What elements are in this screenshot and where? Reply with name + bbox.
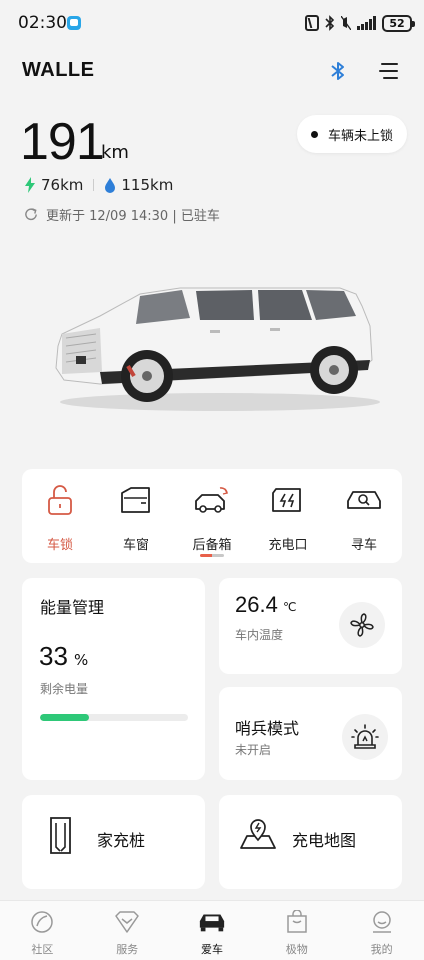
nav-shop-label: 极物 (285, 943, 308, 956)
energy-title: 能量管理 (40, 598, 105, 617)
car-icon (198, 909, 226, 935)
charging-pile-icon (50, 817, 71, 854)
active-indicator (200, 554, 224, 557)
cabin-temperature-value: 26.4 (235, 592, 278, 617)
battery-percent-unit: % (74, 651, 89, 669)
nav-community[interactable]: 社区 (0, 901, 85, 960)
cabin-temperature-unit: ℃ (283, 600, 297, 614)
control-charge-port-label: 充电口 (268, 538, 308, 553)
sentry-mode-title: 哨兵模式 (235, 719, 300, 738)
battery-percent-value: 33 (39, 641, 68, 671)
community-icon (28, 909, 56, 935)
bottom-nav: 社区 服务 爱车 极物 我的 (0, 900, 424, 960)
refresh-icon (25, 208, 37, 221)
nav-my-car-label: 爱车 (200, 943, 223, 956)
notification-app-icon (67, 16, 81, 30)
vehicle-image (55, 287, 380, 411)
brand-title: WALLE (22, 59, 95, 81)
window-icon (118, 483, 154, 517)
charge-map-icon (240, 819, 276, 849)
update-text: 更新于 12/09 14:30 | 已驻车 (46, 209, 220, 224)
divider (93, 179, 95, 191)
quick-controls: 车锁 车窗 后备箱 充电口 寻车 (22, 469, 402, 563)
control-find-car-label: 寻车 (350, 538, 377, 553)
nav-community-label: 社区 (31, 943, 54, 956)
control-lock[interactable]: 车锁 (22, 469, 98, 563)
mute-icon (341, 16, 351, 30)
control-window-label: 车窗 (122, 538, 149, 553)
nav-my-car[interactable]: 爱车 (170, 901, 255, 960)
profile-icon (368, 909, 396, 935)
lock-status-text: 车辆未上锁 (328, 128, 394, 144)
unlock-icon (42, 483, 78, 517)
update-status[interactable]: 更新于 12/09 14:30 | 已驻车 (24, 205, 220, 224)
status-indicators: 52 (305, 14, 415, 32)
signal-icon (357, 16, 376, 30)
fan-icon (350, 613, 374, 637)
trunk-icon (194, 483, 230, 517)
nav-profile[interactable]: 我的 (339, 901, 424, 960)
sentry-mode-button[interactable] (342, 714, 388, 760)
battery-indicator: 52 (382, 14, 415, 32)
climate-fan-button[interactable] (339, 602, 385, 648)
nav-service[interactable]: 服务 (85, 901, 170, 960)
status-time: 02:30 (18, 13, 67, 33)
alarm-light-icon (351, 724, 379, 749)
menu-icon (379, 63, 398, 79)
cabin-temperature-label: 车内温度 (235, 628, 284, 642)
control-trunk[interactable]: 后备箱 (174, 469, 250, 563)
find-car-icon (346, 483, 382, 517)
battery-progress-fill (40, 714, 89, 721)
nav-shop[interactable]: 极物 (254, 901, 339, 960)
battery-progress-bar (40, 714, 188, 721)
battery-remaining-label: 剩余电量 (40, 682, 89, 696)
charge-map-label: 充电地图 (292, 831, 357, 850)
control-charge-port[interactable]: 充电口 (250, 469, 326, 563)
range-unit: km (101, 142, 129, 163)
lock-status-dot (311, 130, 318, 138)
control-trunk-label: 后备箱 (192, 538, 232, 553)
fuel-drop-icon (105, 178, 116, 193)
shop-icon (283, 909, 311, 935)
nav-profile-label: 我的 (370, 943, 393, 956)
bluetooth-status-icon (325, 15, 335, 31)
bluetooth-button[interactable] (326, 59, 350, 83)
range-value: 191 (20, 113, 105, 171)
lightning-icon (25, 177, 35, 193)
bluetooth-icon (331, 62, 344, 80)
fuel-range: 115km (121, 176, 174, 194)
lock-status-badge[interactable]: 车辆未上锁 (297, 115, 408, 153)
electric-range: 76km (41, 176, 84, 194)
nav-service-label: 服务 (116, 943, 139, 956)
nfc-icon (305, 15, 319, 31)
service-icon (113, 909, 141, 935)
sentry-mode-status: 未开启 (235, 743, 272, 757)
control-window[interactable]: 车窗 (98, 469, 174, 563)
home-charger-label: 家充桩 (97, 831, 146, 850)
menu-button[interactable] (378, 60, 400, 82)
charge-port-icon (270, 483, 306, 517)
control-find-car[interactable]: 寻车 (326, 469, 402, 563)
sub-range-row: 76km 115km (24, 176, 173, 194)
control-lock-label: 车锁 (46, 538, 73, 553)
